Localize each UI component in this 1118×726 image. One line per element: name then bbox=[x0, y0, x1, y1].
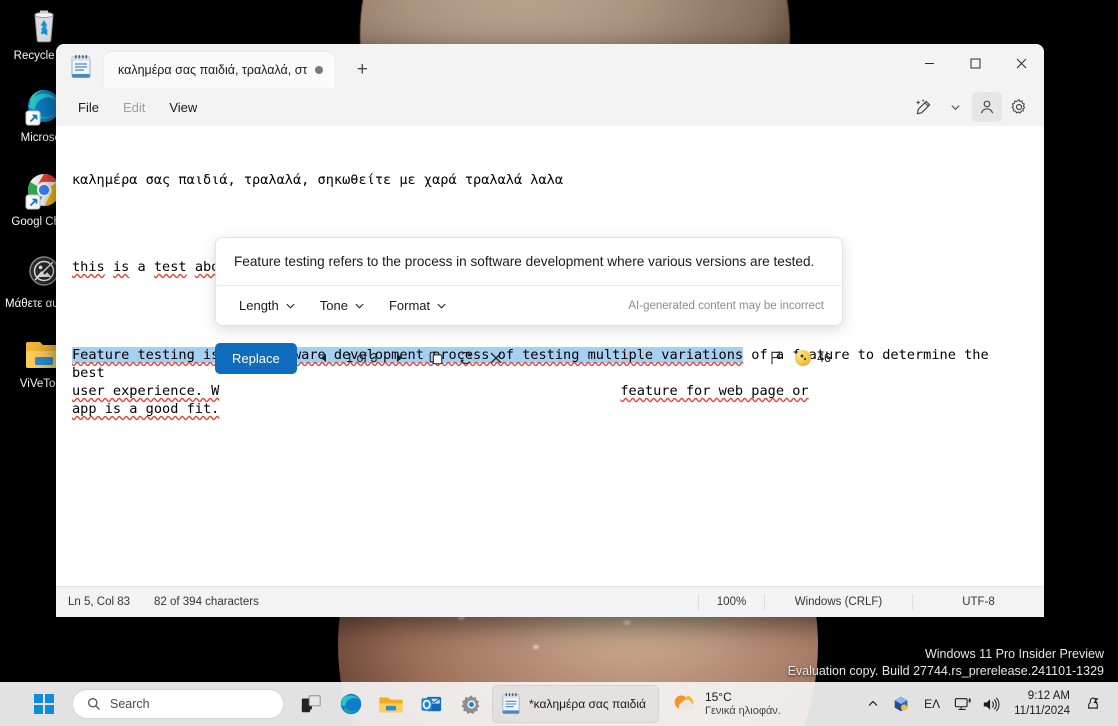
language-indicator[interactable]: ΕΛ bbox=[916, 697, 948, 711]
line-ending[interactable]: Windows (CRLF) bbox=[764, 594, 912, 610]
suggestion-navigation[interactable]: 1 of 3 bbox=[311, 345, 413, 371]
close-button[interactable] bbox=[998, 44, 1044, 82]
word-test: test bbox=[153, 259, 187, 275]
notepad-tab[interactable]: καλημέρα σας παιδιά, τραλαλά, στ bbox=[104, 52, 336, 88]
notepad-app-icon bbox=[70, 55, 92, 79]
ai-options-row[interactable]: Length Tone Format AI-generated content … bbox=[216, 285, 842, 325]
weather-temperature: 15°C bbox=[704, 690, 732, 704]
para-line2-left: user experience. W bbox=[72, 383, 220, 399]
taskbar-weather-widget[interactable]: 15°C Γενικά ηλιοφάν. bbox=[661, 687, 791, 721]
volume-icon[interactable] bbox=[978, 689, 1004, 719]
zoom-level[interactable]: 100% bbox=[698, 594, 764, 610]
word-is: is bbox=[112, 259, 130, 275]
length-dropdown[interactable]: Length bbox=[230, 293, 305, 318]
copilot-rewrite-icon[interactable] bbox=[908, 92, 938, 122]
weather-description: Γενικά ηλιοφάν. bbox=[704, 705, 781, 717]
menu-item-file[interactable]: File bbox=[66, 94, 111, 121]
vivetool-tray-icon[interactable] bbox=[888, 689, 914, 719]
format-label: Format bbox=[388, 298, 431, 313]
sunny-cloud-icon bbox=[674, 695, 695, 711]
menu-bar-right-tools[interactable] bbox=[908, 88, 1034, 126]
windows-watermark: Windows 11 Pro Insider Preview Evaluatio… bbox=[788, 646, 1104, 680]
menu-item-edit[interactable]: Edit bbox=[111, 94, 157, 121]
ai-credits[interactable]: 46 bbox=[795, 350, 839, 366]
chevron-down-icon[interactable] bbox=[940, 92, 970, 122]
start-button[interactable] bbox=[24, 685, 64, 723]
length-label: Length bbox=[239, 298, 279, 313]
new-tab-button[interactable]: + bbox=[345, 54, 379, 86]
para-line3: app is a good fit. bbox=[72, 401, 220, 417]
taskbar[interactable]: Search *καλημέρα σας παιδιά 15°C Γενικά … bbox=[0, 682, 1118, 726]
para-line2-right: feature for web page or bbox=[620, 383, 809, 399]
regenerate-icon[interactable] bbox=[451, 343, 481, 373]
taskbar-item-task-view[interactable] bbox=[292, 685, 330, 723]
show-hidden-icons-chevron-icon[interactable] bbox=[860, 689, 886, 719]
taskbar-item-microsoft-edge[interactable] bbox=[332, 685, 370, 723]
taskbar-center-group[interactable]: Search *καλημέρα σας παιδιά 15°C Γενικά … bbox=[24, 685, 791, 723]
feedback-flag-icon[interactable] bbox=[761, 343, 791, 373]
ai-actions-row[interactable]: Replace 1 of 3 46 bbox=[215, 336, 843, 380]
recycle-bin-icon bbox=[23, 4, 65, 46]
taskbar-item-notepad-active[interactable]: *καλημέρα σας παιδιά bbox=[492, 685, 659, 723]
tone-label: Tone bbox=[319, 298, 348, 313]
search-input[interactable]: Search bbox=[72, 689, 284, 719]
taskbar-active-app-title: *καλημέρα σας παιδιά bbox=[529, 697, 646, 711]
status-right: 100% Windows (CRLF) UTF-8 bbox=[698, 594, 1044, 610]
copy-icon[interactable] bbox=[421, 343, 451, 373]
word-this: this bbox=[72, 259, 105, 275]
tab-title: καλημέρα σας παιδιά, τραλαλά, στ bbox=[118, 63, 308, 77]
ai-disclaimer: AI-generated content may be incorrect bbox=[628, 299, 824, 312]
suggestion-counter: 1 of 3 bbox=[346, 351, 378, 365]
taskbar-item-outlook[interactable] bbox=[412, 685, 450, 723]
chevron-down-icon bbox=[437, 303, 446, 309]
taskbar-item-file-explorer[interactable] bbox=[372, 685, 410, 723]
replace-button[interactable]: Replace bbox=[215, 342, 297, 374]
notepad-icon bbox=[502, 693, 520, 714]
watermark-line-1: Windows 11 Pro Insider Preview bbox=[924, 647, 1104, 661]
clock-date: 11/11/2024 bbox=[1014, 705, 1070, 717]
system-tray[interactable]: ΕΛ 9:12 AM 11/11/2024 bbox=[860, 689, 1110, 719]
status-bar: Ln 5, Col 83 82 of 394 characters 100% W… bbox=[56, 586, 1044, 617]
title-bar[interactable]: καλημέρα σας παιδιά, τραλαλά, στ + bbox=[56, 44, 1044, 88]
search-placeholder: Search bbox=[110, 697, 150, 711]
format-dropdown[interactable]: Format bbox=[380, 293, 456, 318]
next-suggestion-button[interactable] bbox=[387, 345, 413, 371]
ai-suggestion-card: Feature testing refers to the process in… bbox=[215, 237, 843, 326]
taskbar-clock[interactable]: 9:12 AM 11/11/2024 bbox=[1006, 689, 1078, 719]
word-a: a bbox=[137, 259, 146, 275]
taskbar-item-settings[interactable] bbox=[452, 685, 490, 723]
windows-logo-icon bbox=[34, 694, 54, 714]
doc-line-1-text: καλημέρα σας παιδιά, τραλαλά, σηκωθείτε … bbox=[72, 172, 564, 188]
menu-item-view[interactable]: View bbox=[157, 94, 209, 121]
doc-line-1: καλημέρα σας παιδιά, τραλαλά, σηκωθείτε … bbox=[72, 172, 1028, 208]
window-controls[interactable] bbox=[906, 44, 1044, 82]
settings-gear-icon[interactable] bbox=[1004, 92, 1034, 122]
tone-dropdown[interactable]: Tone bbox=[311, 293, 374, 318]
ai-credit-coin-icon bbox=[795, 350, 812, 366]
ai-suggestion-text: Feature testing refers to the process in… bbox=[234, 254, 815, 269]
search-icon bbox=[88, 698, 101, 711]
cursor-position[interactable]: Ln 5, Col 83 bbox=[56, 596, 142, 608]
watermark-line-2: Evaluation copy. Build 27744.rs_prerelea… bbox=[787, 664, 1104, 678]
ai-right-group[interactable]: 46 bbox=[761, 343, 839, 373]
chevron-down-icon bbox=[355, 303, 364, 309]
unsaved-changes-dot bbox=[315, 66, 324, 74]
maximize-button[interactable] bbox=[952, 44, 998, 82]
notifications-bell-icon[interactable] bbox=[1080, 689, 1106, 719]
encoding[interactable]: UTF-8 bbox=[912, 594, 1044, 610]
character-count: 82 of 394 characters bbox=[154, 596, 259, 608]
chevron-down-icon bbox=[286, 303, 295, 309]
ai-rewrite-popup[interactable]: Feature testing refers to the process in… bbox=[215, 237, 843, 380]
network-icon[interactable] bbox=[950, 689, 976, 719]
menu-bar[interactable]: File Edit View bbox=[56, 88, 1044, 126]
ai-credit-count: 46 bbox=[817, 351, 831, 365]
minimize-button[interactable] bbox=[906, 44, 952, 82]
status-left: Ln 5, Col 83 82 of 394 characters bbox=[56, 596, 271, 608]
account-icon[interactable] bbox=[972, 92, 1002, 122]
previous-suggestion-button[interactable] bbox=[311, 345, 337, 371]
close-icon[interactable] bbox=[481, 343, 511, 373]
clock-time: 9:12 AM bbox=[1027, 690, 1070, 702]
